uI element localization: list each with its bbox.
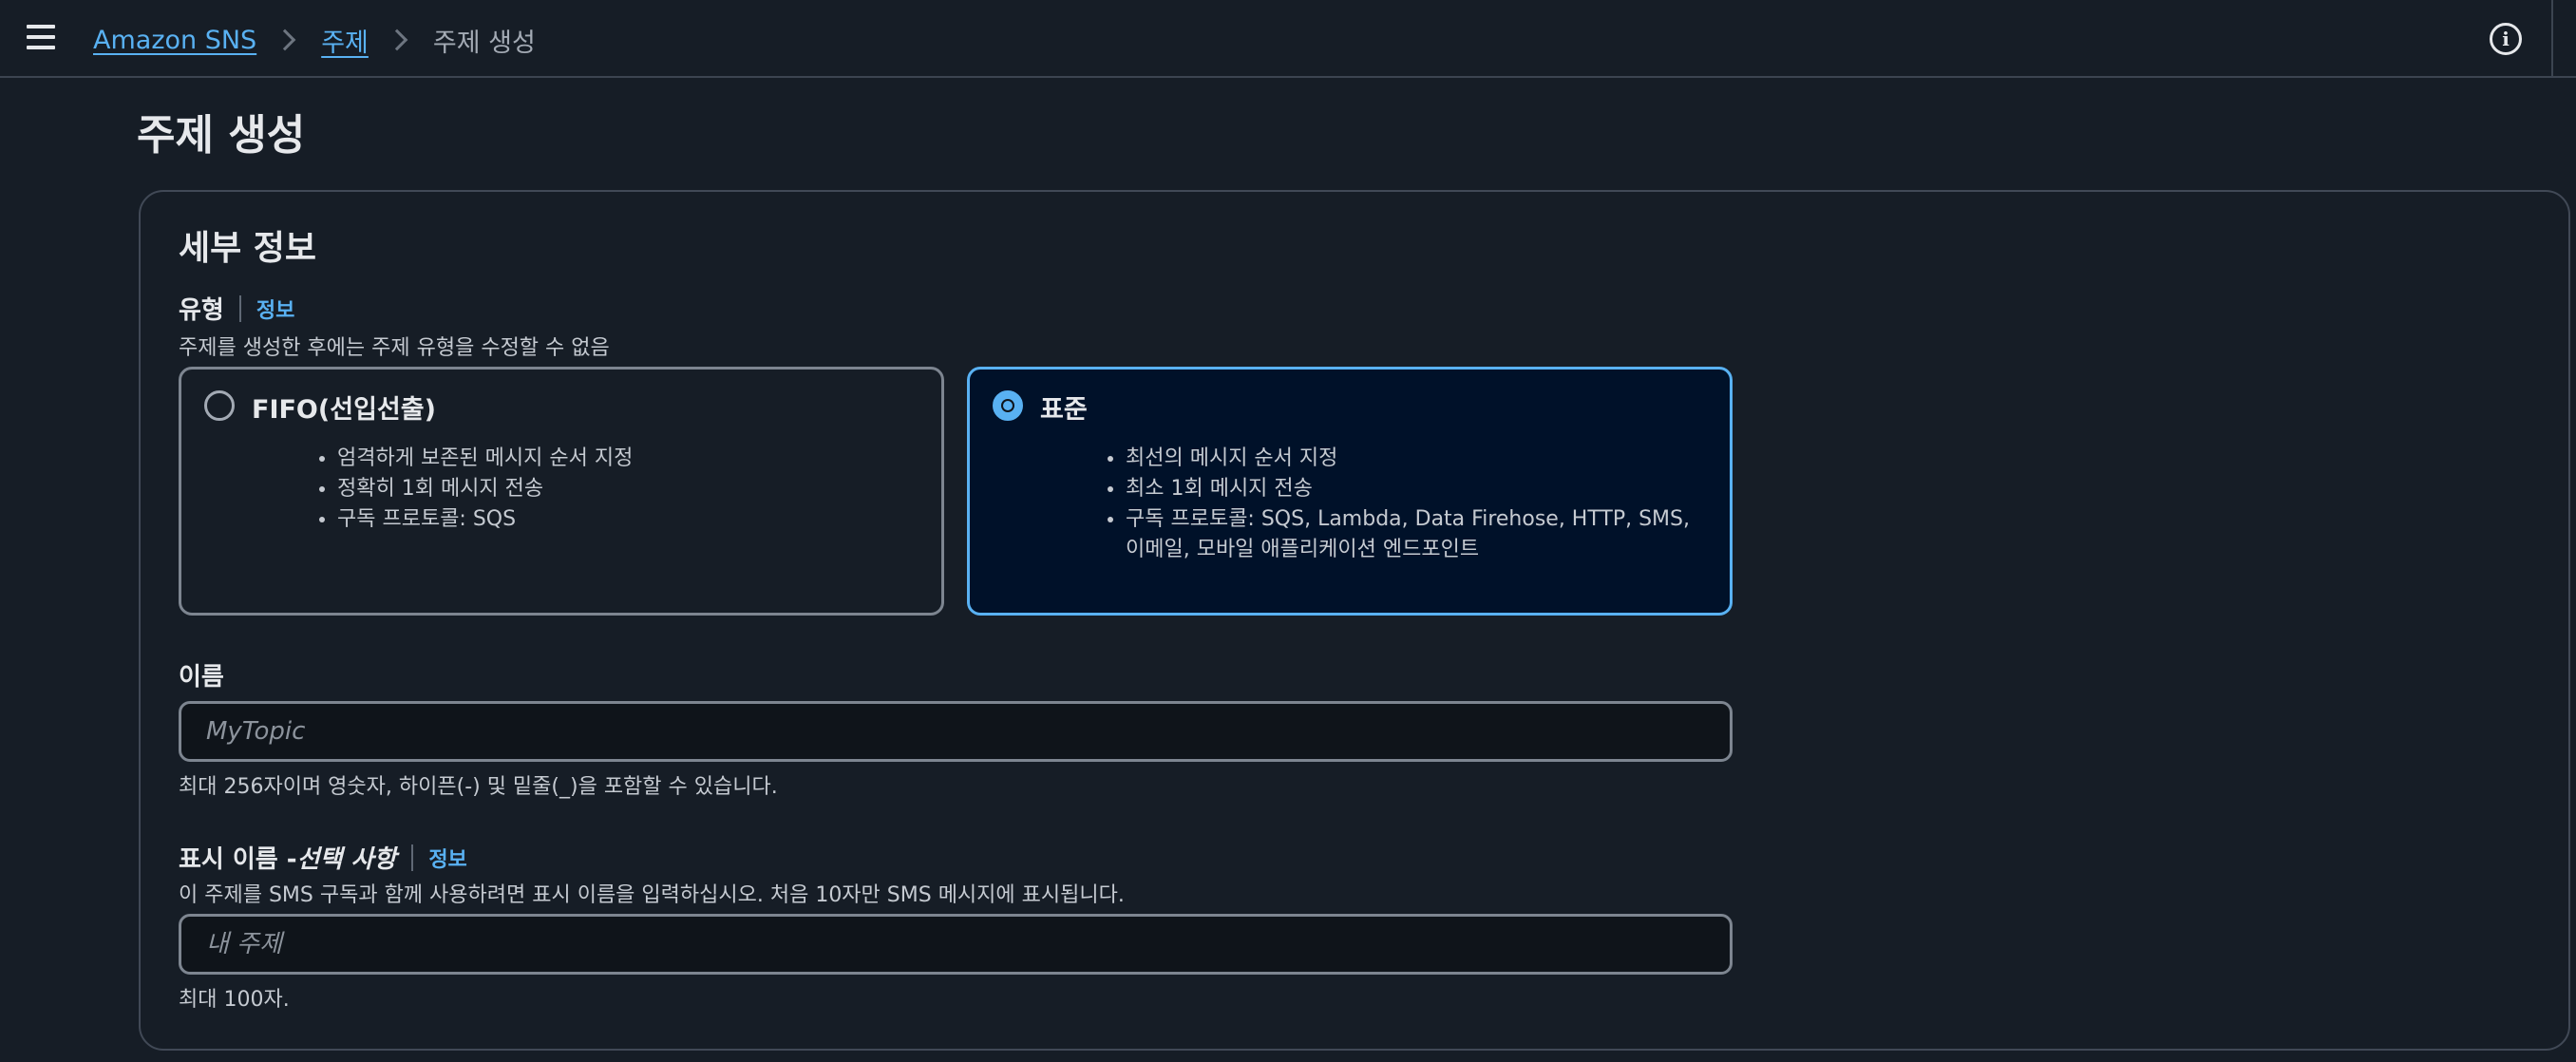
details-container: 세부 정보 유형 정보 주제를 생성한 후에는 주제 유형을 수정할 수 없음 … (139, 190, 2570, 1051)
name-constraint: 최대 256자이며 영숫자, 하이픈(-) 및 밑줄(_)을 포함할 수 있습니… (179, 775, 778, 799)
type-option-fifo[interactable]: FIFO(선입선출) 엄격하게 보존된 메시지 순서 지정 정확히 1회 메시지… (179, 367, 944, 616)
label-divider (411, 844, 414, 871)
display-name-label: 표시 이름 - (179, 845, 297, 874)
fifo-feature-list: 엄격하게 보존된 메시지 순서 지정 정확히 1회 메시지 전송 구독 프로토콜… (314, 444, 922, 535)
radio-checked-icon[interactable] (993, 390, 1023, 421)
display-name-description: 이 주제를 SMS 구독과 함께 사용하려면 표시 이름을 입력하십시오. 처음… (179, 883, 1125, 907)
list-item: 구독 프로토콜: SQS, Lambda, Data Firehose, HTT… (1126, 504, 1711, 565)
info-icon-glyph: i (2502, 28, 2510, 50)
type-option-standard[interactable]: 표준 최선의 메시지 순서 지정 최소 1회 메시지 전송 구독 프로토콜: S… (967, 367, 1733, 616)
info-icon[interactable]: i (2490, 23, 2522, 55)
page-title: 주제 생성 (137, 111, 306, 160)
name-input[interactable] (179, 701, 1733, 762)
display-name-label-row: 표시 이름 - 선택 사항 정보 (179, 840, 467, 875)
breadcrumb-link-amazon-sns[interactable]: Amazon SNS (93, 26, 256, 55)
top-navigation-bar: Amazon SNS 주제 주제 생성 i (0, 0, 2576, 78)
list-item: 엄격하게 보존된 메시지 순서 지정 (337, 444, 922, 474)
chevron-right-icon (386, 28, 408, 51)
menu-icon[interactable] (27, 25, 55, 49)
display-name-constraint: 최대 100자. (179, 988, 290, 1012)
type-option-fifo-title: FIFO(선입선출) (252, 395, 436, 425)
header-divider (2551, 0, 2553, 78)
type-label: 유형 (179, 296, 224, 325)
display-name-optional-label: 선택 사항 (296, 845, 397, 874)
type-description: 주제를 생성한 후에는 주제 유형을 수정할 수 없음 (179, 336, 610, 360)
type-option-standard-title: 표준 (1040, 395, 1088, 425)
display-name-info-link[interactable]: 정보 (428, 843, 466, 873)
standard-feature-list: 최선의 메시지 순서 지정 최소 1회 메시지 전송 구독 프로토콜: SQS,… (1103, 444, 1711, 565)
details-title: 세부 정보 (179, 229, 317, 268)
list-item: 구독 프로토콜: SQS (337, 504, 922, 535)
type-info-link[interactable]: 정보 (256, 294, 294, 324)
list-item: 최선의 메시지 순서 지정 (1126, 444, 1711, 474)
display-name-input[interactable] (179, 914, 1733, 975)
type-label-row: 유형 정보 (179, 291, 294, 326)
name-label-row: 이름 (179, 657, 224, 692)
breadcrumb: Amazon SNS 주제 주제 생성 (93, 21, 536, 59)
name-label: 이름 (179, 663, 224, 692)
breadcrumb-link-topics[interactable]: 주제 (321, 22, 369, 59)
radio-unchecked-icon[interactable] (204, 390, 235, 421)
breadcrumb-current-page: 주제 생성 (432, 28, 536, 58)
list-item: 최소 1회 메시지 전송 (1126, 474, 1711, 504)
list-item: 정확히 1회 메시지 전송 (337, 474, 922, 504)
chevron-right-icon (274, 28, 296, 51)
label-divider (238, 294, 241, 322)
